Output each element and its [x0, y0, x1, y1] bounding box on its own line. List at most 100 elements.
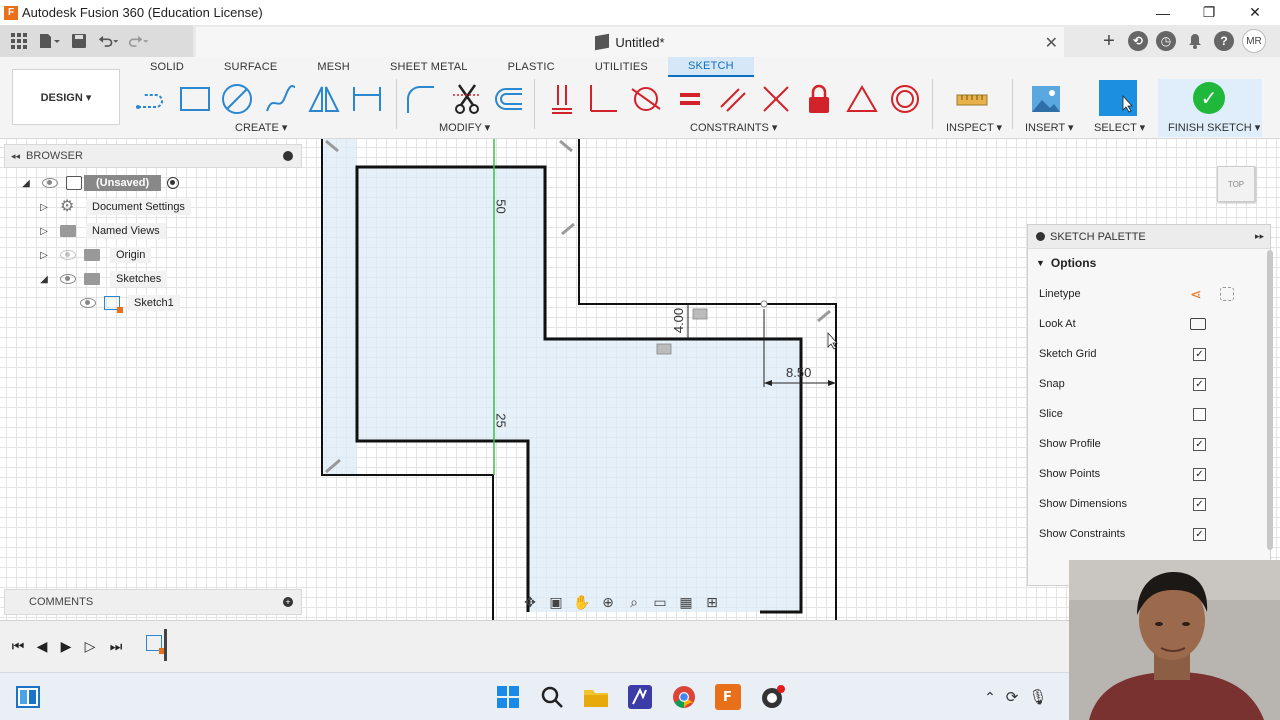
- pan-hand-icon[interactable]: ✋: [572, 592, 592, 612]
- tree-item-document-settings[interactable]: ▷ ⚙ Document Settings: [38, 196, 191, 218]
- concentric-constraint-icon[interactable]: [889, 83, 921, 115]
- grid-settings-icon[interactable]: ▦: [676, 592, 696, 612]
- snap-checkbox[interactable]: ✓: [1193, 377, 1206, 391]
- app-grid-icon[interactable]: [8, 30, 30, 52]
- tab-sheet-metal[interactable]: SHEET METAL: [370, 57, 488, 77]
- select-tool-button[interactable]: [1099, 80, 1137, 116]
- measure-ruler-icon[interactable]: [956, 83, 988, 115]
- file-menu-icon[interactable]: [38, 30, 60, 52]
- construction-linetype-icon[interactable]: ⋖: [1190, 286, 1202, 303]
- step-back-icon[interactable]: ◀: [32, 637, 52, 655]
- profile-region[interactable]: [322, 139, 357, 475]
- look-at-icon[interactable]: [1190, 318, 1206, 330]
- tab-solid[interactable]: SOLID: [130, 57, 204, 77]
- show-constraints-checkbox[interactable]: ✓: [1193, 527, 1206, 541]
- tab-plastic[interactable]: PLASTIC: [488, 57, 575, 77]
- select-group-label[interactable]: SELECT ▾: [1094, 121, 1145, 134]
- inspect-group-label[interactable]: INSPECT ▾: [946, 121, 1002, 134]
- expanded-triangle-icon[interactable]: ◢: [20, 177, 32, 189]
- insert-image-icon[interactable]: [1030, 83, 1062, 115]
- timeline-marker[interactable]: [164, 629, 167, 661]
- redo-icon[interactable]: [128, 30, 150, 52]
- play-icon[interactable]: ▶: [56, 637, 76, 655]
- palette-close-icon[interactable]: [1036, 232, 1045, 241]
- close-window-button[interactable]: ✕: [1232, 0, 1278, 25]
- parallel-constraint-icon[interactable]: [717, 83, 749, 115]
- slice-checkbox[interactable]: [1193, 407, 1206, 421]
- visibility-eye-icon[interactable]: [42, 178, 58, 188]
- timeline-sketch-feature-icon[interactable]: [146, 635, 165, 654]
- dimension-value-8-5[interactable]: 8.50: [786, 365, 811, 380]
- document-tab[interactable]: Untitled* ✕: [196, 27, 1064, 57]
- collinear-constraint-icon[interactable]: [760, 83, 792, 115]
- palette-expand-icon[interactable]: ▸▸: [1255, 231, 1264, 242]
- collapsed-triangle-icon[interactable]: ▷: [38, 201, 50, 213]
- dimension-tool-icon[interactable]: [351, 83, 383, 115]
- sketch-grid-checkbox[interactable]: ✓: [1193, 347, 1206, 361]
- chrome-icon[interactable]: [670, 683, 698, 711]
- modify-group-label[interactable]: MODIFY ▾: [439, 121, 490, 134]
- orbit-icon[interactable]: ✥: [520, 592, 540, 612]
- circle-tool-icon[interactable]: [221, 83, 253, 115]
- show-profile-checkbox[interactable]: ✓: [1193, 437, 1206, 451]
- file-explorer-icon[interactable]: [582, 683, 610, 711]
- trim-scissors-icon[interactable]: [451, 83, 483, 115]
- fillet-tool-icon[interactable]: [404, 83, 436, 115]
- sketch-palette-header[interactable]: SKETCH PALETTE ▸▸: [1028, 225, 1270, 249]
- add-comment-icon[interactable]: +: [283, 597, 293, 607]
- user-avatar[interactable]: MR: [1242, 29, 1266, 53]
- help-icon[interactable]: ?: [1214, 31, 1234, 51]
- tree-item-named-views[interactable]: ▷ Named Views: [38, 220, 166, 242]
- tree-item-sketch1[interactable]: Sketch1: [80, 292, 180, 314]
- finish-sketch-button[interactable]: ✓ FINISH SKETCH ▾: [1158, 79, 1262, 137]
- tab-mesh[interactable]: MESH: [297, 57, 370, 77]
- go-to-end-icon[interactable]: ⏭: [106, 637, 126, 655]
- obs-recording-icon[interactable]: [758, 683, 786, 711]
- display-settings-icon[interactable]: ▭: [650, 592, 670, 612]
- tree-item-sketches[interactable]: ◢ Sketches: [38, 268, 168, 290]
- microphone-icon[interactable]: 🎙: [1024, 683, 1052, 711]
- job-status-icon[interactable]: ◷: [1156, 31, 1176, 51]
- zoom-icon[interactable]: ⊕: [598, 592, 618, 612]
- show-points-checkbox[interactable]: ✓: [1193, 467, 1206, 481]
- tree-root[interactable]: ◢ (Unsaved): [20, 172, 180, 194]
- show-dimensions-checkbox[interactable]: ✓: [1193, 497, 1206, 511]
- expanded-triangle-icon[interactable]: ◢: [38, 273, 50, 285]
- look-at-icon[interactable]: ▣: [546, 592, 566, 612]
- sync-status-icon[interactable]: ⟳: [998, 683, 1026, 711]
- viewports-icon[interactable]: ⊞: [702, 592, 722, 612]
- go-to-start-icon[interactable]: ⏮: [8, 637, 28, 655]
- mirror-tool-icon[interactable]: [308, 83, 340, 115]
- close-document-icon[interactable]: ✕: [1045, 33, 1058, 53]
- comments-panel[interactable]: COMMENTS +: [4, 589, 302, 615]
- options-section-header[interactable]: ▼ Options: [1028, 249, 1270, 277]
- dimension-value-50[interactable]: 50: [494, 199, 509, 213]
- tab-utilities[interactable]: UTILITIES: [575, 57, 668, 77]
- step-forward-icon[interactable]: ▷: [80, 637, 100, 655]
- line-tool-icon[interactable]: [136, 83, 168, 115]
- visibility-eye-icon[interactable]: [80, 298, 96, 308]
- collapsed-triangle-icon[interactable]: ▷: [38, 249, 50, 261]
- create-group-label[interactable]: CREATE ▾: [235, 121, 287, 134]
- spline-tool-icon[interactable]: [265, 83, 297, 115]
- browser-options-icon[interactable]: [283, 151, 293, 161]
- hidden-eye-icon[interactable]: [60, 250, 76, 260]
- collapse-panel-icon[interactable]: ◂◂: [11, 151, 20, 162]
- new-tab-icon[interactable]: +: [1098, 30, 1120, 52]
- triangle-constraint-icon[interactable]: [846, 83, 878, 115]
- activate-radio-icon[interactable]: [167, 177, 180, 189]
- undo-icon[interactable]: [98, 30, 120, 52]
- minimize-button[interactable]: —: [1140, 0, 1186, 25]
- tab-sketch[interactable]: SKETCH: [667, 57, 754, 77]
- constraints-group-label[interactable]: CONSTRAINTS ▾: [690, 121, 777, 134]
- dimension-value-25[interactable]: 25: [494, 413, 509, 427]
- workspace-switcher[interactable]: DESIGN ▾: [12, 69, 120, 125]
- insert-group-label[interactable]: INSERT ▾: [1025, 121, 1074, 134]
- editor-app-icon[interactable]: [626, 683, 654, 711]
- extensions-icon[interactable]: ⟲: [1128, 31, 1148, 51]
- sketch-point[interactable]: [760, 300, 768, 308]
- browser-panel-header[interactable]: ◂◂ BROWSER: [4, 144, 302, 168]
- tab-surface[interactable]: SURFACE: [204, 57, 297, 77]
- tangent-constraint-icon[interactable]: [630, 83, 662, 115]
- horizontal-vertical-constraint-icon[interactable]: [546, 83, 578, 115]
